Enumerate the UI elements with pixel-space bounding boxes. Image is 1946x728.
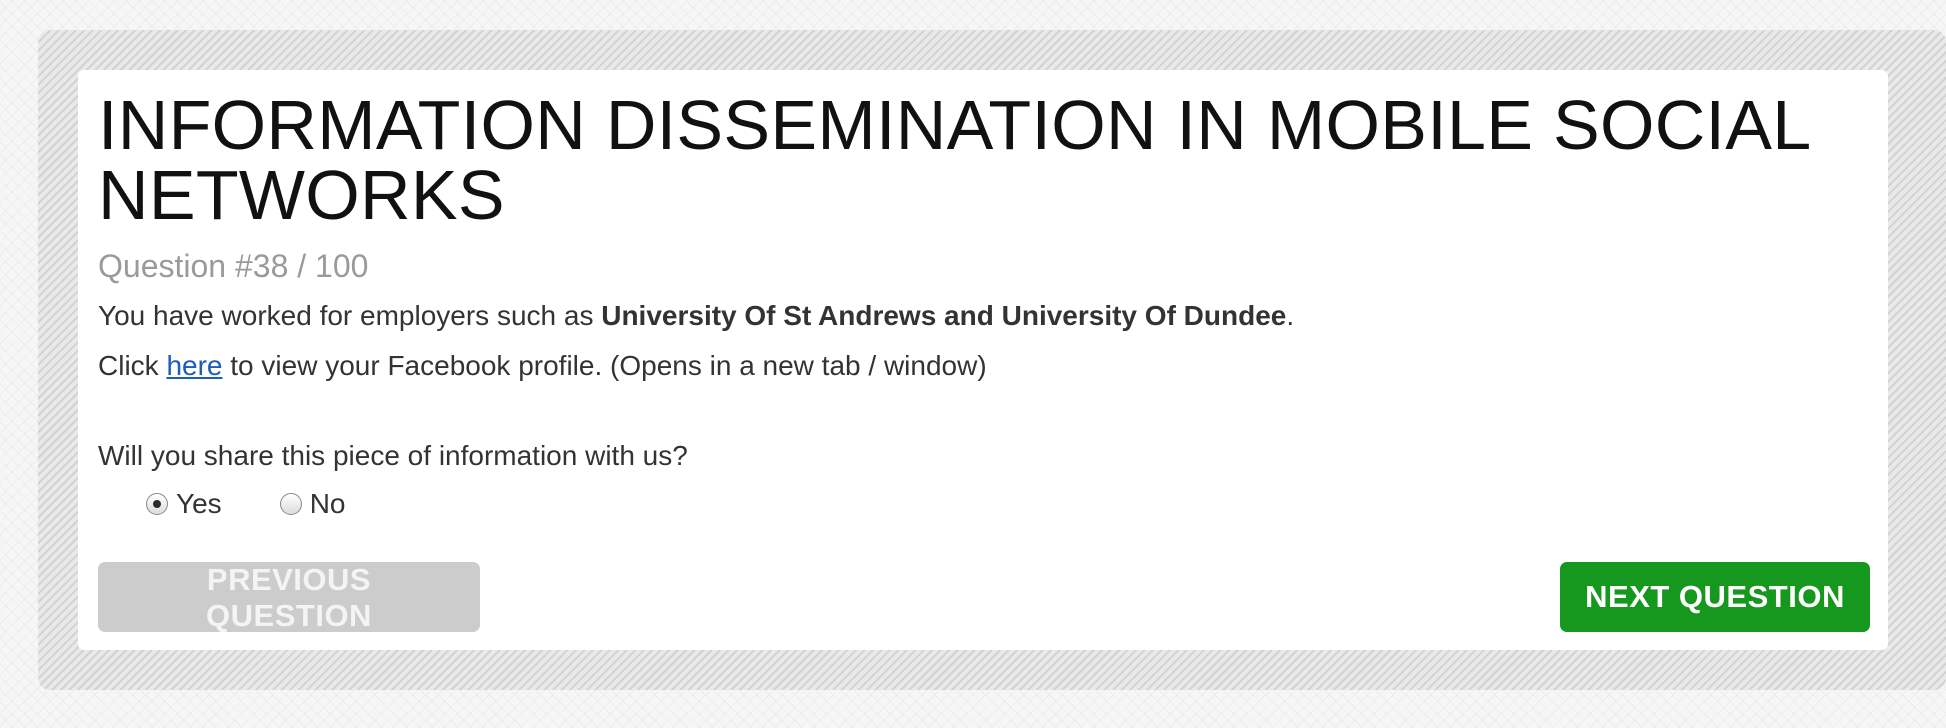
option-yes[interactable]: Yes [146,488,222,520]
employer-statement-prefix: You have worked for employers such as [98,300,602,331]
page-title: INFORMATION DISSEMINATION IN MOBILE SOCI… [98,86,1809,234]
employer-statement: You have worked for employers such as Un… [98,298,1870,334]
previous-question-button[interactable]: PREVIOUS QUESTION [98,562,480,633]
share-question: Will you share this piece of information… [98,440,688,471]
profile-instruction-prefix: Click [98,350,167,381]
answer-options: Yes No [98,488,1870,520]
yes-radio[interactable] [146,493,168,515]
profile-instruction-suffix: to view your Facebook profile. (Opens in… [222,350,987,381]
question-card: INFORMATION DISSEMINATION IN MOBILE SOCI… [78,70,1888,650]
profile-instruction: Click here to view your Facebook profile… [98,348,1870,384]
facebook-profile-link[interactable]: here [166,350,222,381]
question-counter: Question #38 / 100 [98,248,369,284]
option-no[interactable]: No [279,488,346,520]
employer-statement-suffix: . [1286,300,1295,331]
yes-label: Yes [176,488,222,519]
no-label: No [309,488,346,519]
employer-names: University Of St Andrews and University … [601,300,1287,331]
no-radio[interactable] [279,493,302,515]
survey-frame: INFORMATION DISSEMINATION IN MOBILE SOCI… [38,30,1946,690]
next-question-button[interactable]: NEXT QUESTION [1560,562,1870,632]
navigation-buttons: PREVIOUS QUESTION NEXT QUESTION [98,562,1870,633]
